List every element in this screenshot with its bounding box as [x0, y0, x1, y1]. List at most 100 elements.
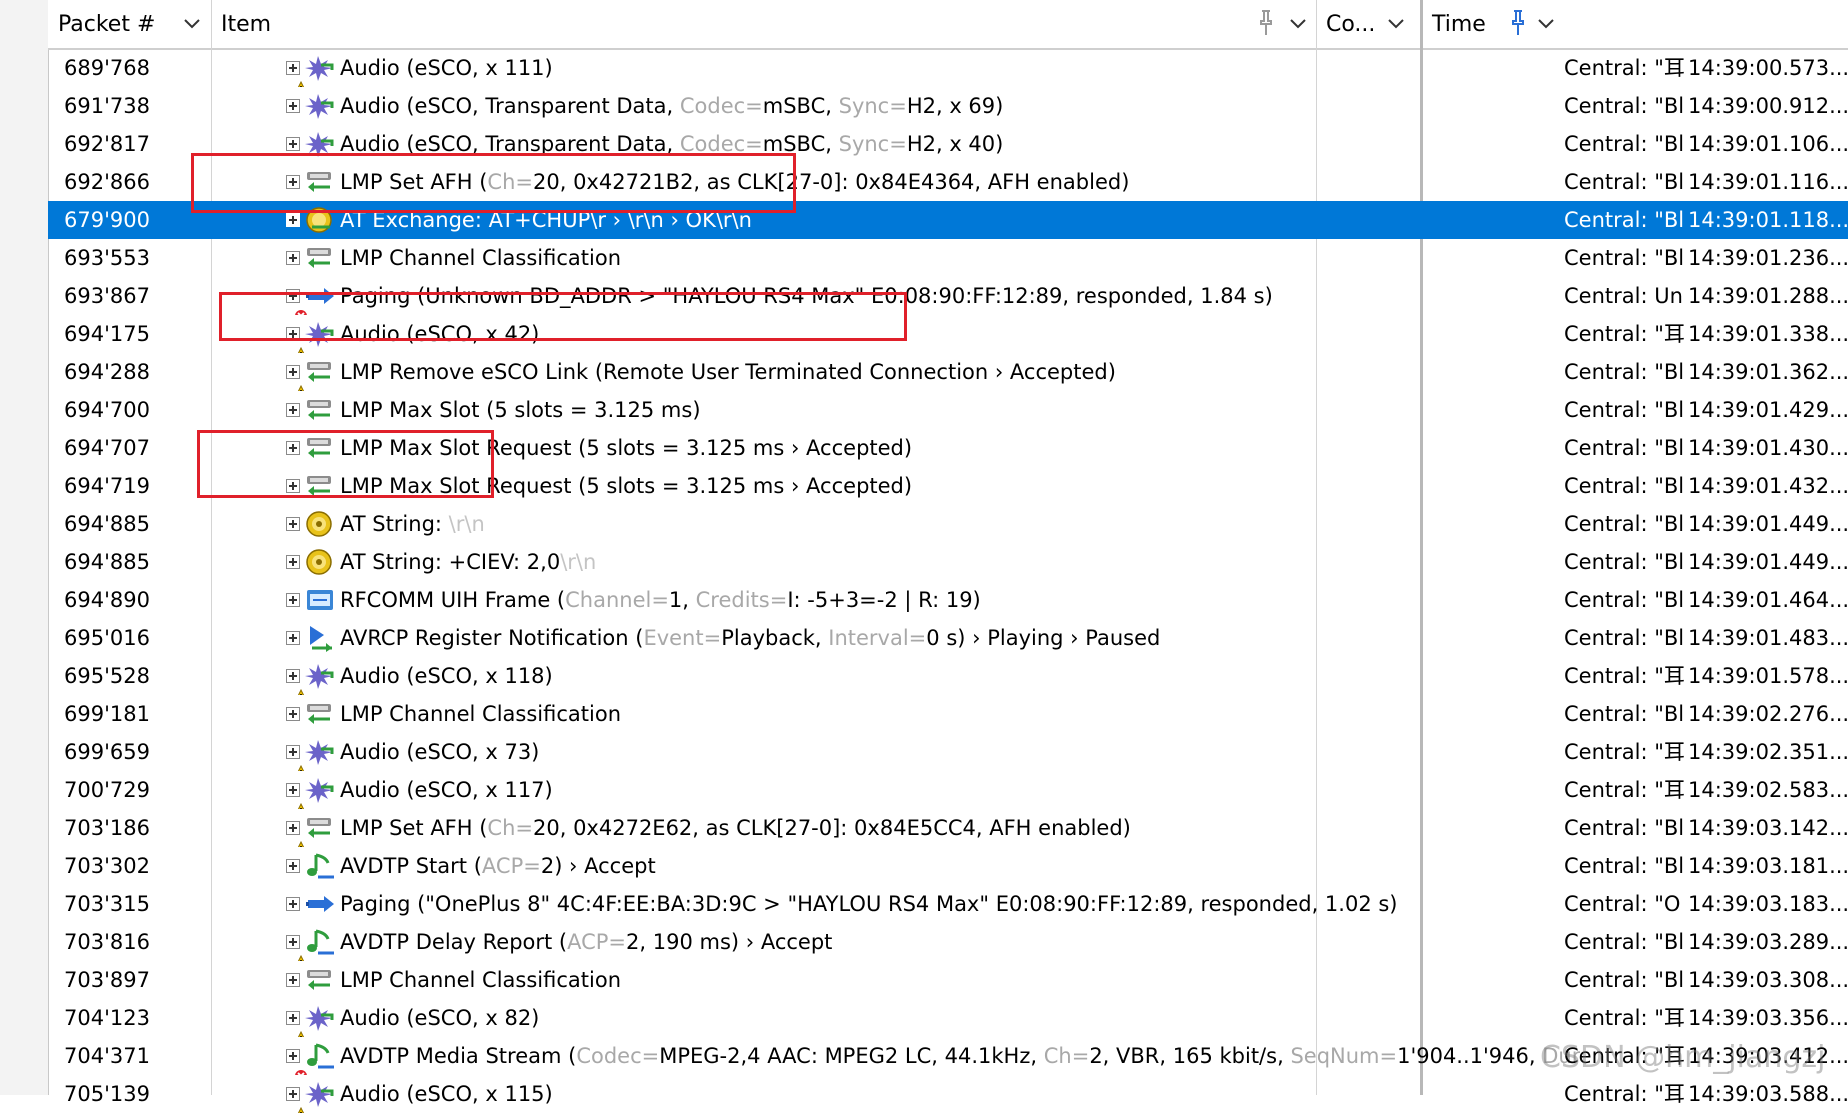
packet-row[interactable]: 694'719 LMP Max Slot Request (5 slots = 3…	[48, 467, 1848, 505]
packet-row[interactable]: 694'890 RFCOMM UIH Frame (Channel=1, Cred…	[48, 581, 1848, 619]
packet-row[interactable]: 703'816 AVDTP Delay Report (ACP=2, 190 ms…	[48, 923, 1848, 961]
expand-icon[interactable]	[286, 213, 300, 227]
packet-item: AVDTP Delay Report (ACP=2, 190 ms) › Acc…	[280, 923, 1580, 961]
packet-row[interactable]: 700'729 Audio (eSCO, x 117) Central: "耳 14:…	[48, 771, 1848, 809]
item-text: LMP Channel Classification	[340, 239, 621, 277]
expand-icon[interactable]	[286, 137, 300, 151]
field-text: LMP Channel Classification	[340, 702, 621, 726]
packet-row[interactable]: 694'288 LMP Remove eSCO Link (Remote User…	[48, 353, 1848, 391]
packet-row[interactable]: 703'186 LMP Set AFH (Ch=20, 0x4272E62, as…	[48, 809, 1848, 847]
expand-icon[interactable]	[286, 897, 300, 911]
item-text: AT Exchange: AT+CHUP\r › \r\n › OK\r\n	[340, 201, 752, 239]
packet-row[interactable]: 691'738 Audio (eSCO, Transparent Data, Co…	[48, 87, 1848, 125]
packet-number: 703'897	[64, 968, 150, 992]
lmp-icon	[304, 167, 336, 197]
time-cell: 14:39:00.912...	[1688, 94, 1848, 118]
packet-row[interactable]: 694'700 LMP Max Slot (5 slots = 3.125 ms)…	[48, 391, 1848, 429]
expand-icon[interactable]	[286, 517, 300, 531]
expand-icon[interactable]	[286, 631, 300, 645]
packet-row[interactable]: 705'139 Audio (eSCO, x 115) Central: "耳 14:…	[48, 1075, 1848, 1113]
expand-icon[interactable]	[286, 593, 300, 607]
expand-icon[interactable]	[286, 859, 300, 873]
packet-item: LMP Max Slot (5 slots = 3.125 ms)	[280, 391, 1580, 429]
packet-row[interactable]: 692'866 LMP Set AFH (Ch=20, 0x42721B2, as…	[48, 163, 1848, 201]
expand-icon[interactable]	[286, 973, 300, 987]
expand-icon[interactable]	[286, 99, 300, 113]
field-text: LMP Max Slot Request (5 slots = 3.125 ms…	[340, 436, 913, 460]
packet-row[interactable]: 689'768 Audio (eSCO, x 111) Central: "耳 14:…	[48, 49, 1848, 87]
packet-number: 705'139	[64, 1082, 150, 1106]
packet-row[interactable]: 679'900 AT Exchange: AT+CHUP\r › \r\n › O…	[48, 201, 1848, 239]
packet-row[interactable]: 692'817 Audio (eSCO, Transparent Data, Co…	[48, 125, 1848, 163]
time-cell: 14:39:03.183...	[1688, 892, 1848, 916]
chevron-down-icon[interactable]	[1286, 11, 1310, 35]
field-text: LMP Channel Classification	[340, 246, 621, 270]
time-cell: 14:39:01.432...	[1688, 474, 1848, 498]
pin-icon[interactable]	[1508, 9, 1528, 37]
item-text: LMP Set AFH (Ch=20, 0x42721B2, as CLK[27…	[340, 163, 1129, 201]
time-cell: 14:39:01.430...	[1688, 436, 1848, 460]
time-cell: 14:39:03.181...	[1688, 854, 1848, 878]
paging-icon	[304, 281, 336, 311]
item-text: Audio (eSCO, x 42)	[340, 315, 539, 353]
expand-icon[interactable]	[286, 175, 300, 189]
packet-row[interactable]: 703'897 LMP Channel Classification Central…	[48, 961, 1848, 999]
packet-item: AVRCP Register Notification (Event=Playb…	[280, 619, 1580, 657]
packet-row[interactable]: 694'707 LMP Max Slot Request (5 slots = 3…	[48, 429, 1848, 467]
header-time[interactable]: Time	[1422, 0, 1562, 48]
packet-row[interactable]: 694'885 AT String: \r\n Central: "Bl 14:39:…	[48, 505, 1848, 543]
expand-icon[interactable]	[286, 555, 300, 569]
field-key: Codec=	[679, 94, 763, 118]
time-cell: 14:39:03.308...	[1688, 968, 1848, 992]
expand-icon[interactable]	[286, 707, 300, 721]
item-text: Audio (eSCO, x 118)	[340, 657, 553, 695]
packet-item: RFCOMM UIH Frame (Channel=1, Credits=I: …	[280, 581, 1580, 619]
packet-number: 695'016	[64, 626, 150, 650]
header-co[interactable]: Co...	[1316, 0, 1422, 48]
packet-item: Audio (eSCO, x 111)	[280, 49, 1580, 87]
field-text: Audio (eSCO, x 73)	[340, 740, 540, 764]
chevron-down-icon[interactable]	[180, 11, 204, 35]
packet-row[interactable]: 703'315 Paging ("OnePlus 8" 4C:4F:EE:BA:3…	[48, 885, 1848, 923]
packet-item: LMP Set AFH (Ch=20, 0x4272E62, as CLK[27…	[280, 809, 1580, 847]
packet-row[interactable]: 703'302 AVDTP Start (ACP=2) › Accept Centr…	[48, 847, 1848, 885]
item-text: AVDTP Delay Report (ACP=2, 190 ms) › Acc…	[340, 923, 832, 961]
expand-icon[interactable]	[286, 441, 300, 455]
chevron-down-icon[interactable]	[1534, 11, 1558, 35]
packet-row[interactable]: 694'175 Audio (eSCO, x 42) Central: "耳 14:3…	[48, 315, 1848, 353]
packet-row[interactable]: 695'016 AVRCP Register Notification (Even…	[48, 619, 1848, 657]
audio-icon	[304, 1079, 336, 1109]
expand-icon[interactable]	[286, 403, 300, 417]
packet-row[interactable]: 695'528 Audio (eSCO, x 118) Central: "耳 14:…	[48, 657, 1848, 695]
packet-row[interactable]: 693'867 Paging (Unknown BD_ADDR > "HAYLOU…	[48, 277, 1848, 315]
packet-row[interactable]: 694'885 AT String: +CIEV: 2,0\r\n Central:…	[48, 543, 1848, 581]
audio-icon	[304, 737, 336, 767]
header-item[interactable]: Item	[211, 0, 1316, 48]
pin-icon[interactable]	[1256, 9, 1276, 37]
warning-icon	[294, 677, 308, 695]
field-text: Paging ("OnePlus 8" 4C:4F:EE:BA:3D:9C > …	[340, 892, 1398, 916]
time-cell: 14:39:01.106...	[1688, 132, 1848, 156]
field-text: \r\n	[560, 550, 597, 574]
time-cell: 14:39:01.578...	[1688, 664, 1848, 688]
field-text: mSBC,	[762, 94, 839, 118]
expand-icon[interactable]	[286, 479, 300, 493]
packet-number: 703'816	[64, 930, 150, 954]
field-text: Audio (eSCO, x 118)	[340, 664, 553, 688]
packet-row[interactable]: 693'553 LMP Channel Classification Central…	[48, 239, 1848, 277]
item-text: Audio (eSCO, Transparent Data, Codec=mSB…	[340, 87, 1003, 125]
field-key: Interval=	[828, 626, 927, 650]
warning-icon	[294, 753, 308, 771]
packet-item: Audio (eSCO, x 115)	[280, 1075, 1580, 1113]
item-text: AT String: \r\n	[340, 505, 485, 543]
packet-row[interactable]: 704'123 Audio (eSCO, x 82) Central: "耳 14:3…	[48, 999, 1848, 1037]
header-packet[interactable]: Packet #	[48, 0, 210, 48]
expand-icon[interactable]	[286, 251, 300, 265]
packet-item: AT Exchange: AT+CHUP\r › \r\n › OK\r\n	[280, 201, 1580, 239]
packet-item: AVDTP Media Stream (Codec=MPEG-2,4 AAC: …	[280, 1037, 1580, 1075]
packet-row[interactable]: 699'181 LMP Channel Classification Central…	[48, 695, 1848, 733]
packet-row[interactable]: 699'659 Audio (eSCO, x 73) Central: "耳 14:3…	[48, 733, 1848, 771]
time-cell: 14:39:00.573...	[1688, 56, 1848, 80]
packet-item: LMP Set AFH (Ch=20, 0x42721B2, as CLK[27…	[280, 163, 1580, 201]
chevron-down-icon[interactable]	[1384, 11, 1408, 35]
